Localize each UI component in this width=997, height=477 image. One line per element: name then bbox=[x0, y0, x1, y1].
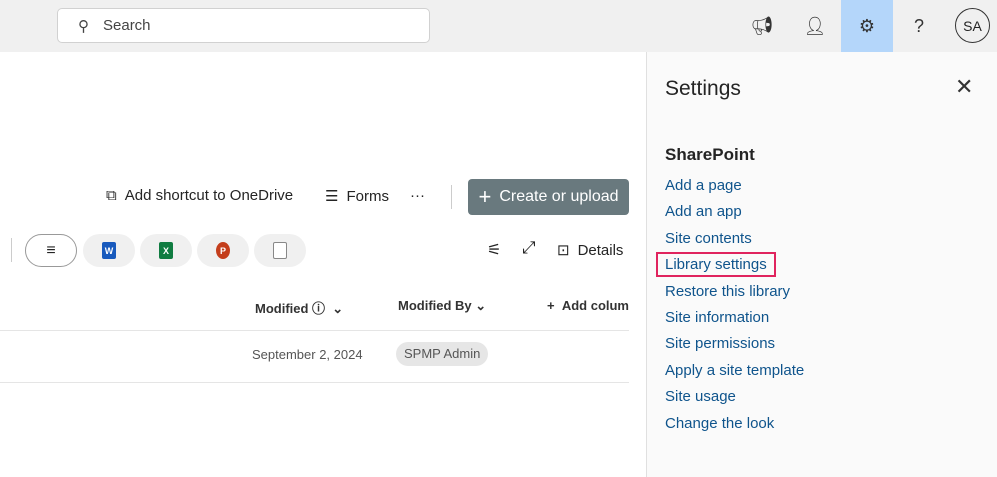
plus-icon: + bbox=[478, 184, 492, 209]
filter-powerpoint[interactable]: P bbox=[197, 234, 249, 267]
column-modified-by[interactable]: Modified By ⌄ bbox=[398, 298, 486, 314]
gear-icon[interactable]: ⚙ bbox=[841, 0, 893, 52]
column-modified[interactable]: Modified ⓘ ⌄ bbox=[255, 298, 343, 317]
view-options-icon[interactable]: ⚟ bbox=[487, 240, 501, 260]
forms-button[interactable]: ☰ Forms bbox=[325, 187, 389, 206]
create-upload-button[interactable]: + Create or upload bbox=[468, 179, 629, 215]
word-icon: W bbox=[102, 242, 116, 259]
search-input[interactable]: Search bbox=[103, 17, 151, 34]
forms-icon: ☰ bbox=[325, 188, 339, 205]
powerpoint-icon: P bbox=[216, 242, 230, 259]
shortcut-icon: ⧉ bbox=[106, 187, 117, 204]
top-bar: ⚲ Search 📢︎ 👤︎ ⚙ ? SA bbox=[0, 0, 997, 52]
filter-pdf[interactable] bbox=[254, 234, 306, 267]
excel-icon: X bbox=[159, 242, 173, 259]
link-add-app[interactable]: Add an app bbox=[665, 203, 742, 220]
megaphone-icon[interactable]: 📢︎ bbox=[736, 0, 788, 52]
settings-panel: Settings ✕ SharePoint Add a page Add an … bbox=[646, 52, 997, 477]
help-icon[interactable]: ? bbox=[893, 0, 945, 52]
row-divider bbox=[0, 382, 629, 383]
more-button[interactable]: ··· bbox=[410, 187, 425, 204]
add-column-button[interactable]: + Add column bbox=[547, 298, 629, 313]
add-shortcut-button[interactable]: ⧉ Add shortcut to OneDrive bbox=[106, 187, 293, 204]
avatar[interactable]: SA bbox=[955, 8, 990, 43]
pdf-icon bbox=[273, 242, 287, 259]
link-site-information[interactable]: Site information bbox=[665, 309, 769, 326]
row-modified: September 2, 2024 bbox=[252, 347, 363, 362]
details-button[interactable]: ⊡ Details bbox=[557, 241, 623, 260]
link-site-contents[interactable]: Site contents bbox=[665, 230, 752, 247]
feedback-icon[interactable]: 👤︎ bbox=[789, 0, 841, 52]
details-icon: ⊡ bbox=[557, 242, 570, 259]
expand-icon[interactable]: ⤢ bbox=[522, 238, 536, 258]
search-box[interactable]: ⚲ Search bbox=[57, 8, 430, 43]
link-apply-template[interactable]: Apply a site template bbox=[665, 362, 804, 379]
row-modified-by[interactable]: SPMP Admin bbox=[396, 342, 489, 366]
link-restore-library[interactable]: Restore this library bbox=[665, 283, 790, 300]
divider bbox=[451, 185, 452, 209]
filter-word[interactable]: W bbox=[83, 234, 135, 267]
filter-button[interactable]: ≡ bbox=[25, 234, 77, 267]
close-icon[interactable]: ✕ bbox=[955, 74, 973, 100]
filter-excel[interactable]: X bbox=[140, 234, 192, 267]
panel-title: Settings bbox=[665, 77, 741, 100]
link-site-permissions[interactable]: Site permissions bbox=[665, 335, 775, 352]
search-icon: ⚲ bbox=[78, 17, 89, 35]
link-library-settings[interactable]: Library settings bbox=[656, 252, 776, 277]
filter-icon: ≡ bbox=[46, 241, 56, 259]
divider bbox=[11, 238, 12, 262]
section-heading: SharePoint bbox=[665, 145, 755, 164]
link-change-look[interactable]: Change the look bbox=[665, 415, 774, 432]
header-divider bbox=[0, 330, 629, 331]
link-site-usage[interactable]: Site usage bbox=[665, 388, 736, 405]
link-add-page[interactable]: Add a page bbox=[665, 177, 742, 194]
